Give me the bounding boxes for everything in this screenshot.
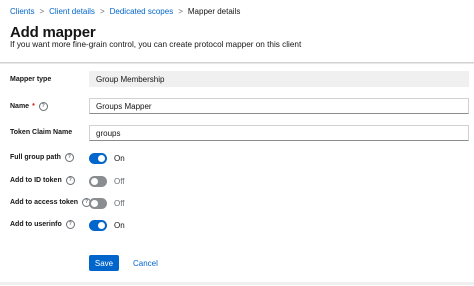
add-to-userinfo-label-text: Add to userinfo <box>10 221 62 228</box>
chevron-right-icon: > <box>39 7 45 16</box>
chevron-right-icon: > <box>178 7 183 16</box>
name-label: Name * ? <box>10 102 48 111</box>
add-to-id-token-label-text: Add to ID token <box>10 177 62 184</box>
name-label-text: Name <box>10 103 30 110</box>
full-group-path-label: Full group path ? <box>10 153 74 162</box>
question-circle-icon[interactable]: ? <box>65 220 75 229</box>
add-to-access-token-label-text: Add to access token <box>10 199 79 206</box>
token-claim-name-input[interactable] <box>89 125 469 141</box>
full-group-path-label-text: Full group path <box>10 154 61 161</box>
breadcrumb-clients[interactable]: Clients <box>10 7 34 16</box>
cancel-button[interactable]: Cancel <box>128 255 163 271</box>
full-group-path-state: On <box>114 154 125 163</box>
add-to-access-token-state: Off <box>114 199 125 208</box>
breadcrumb-client-details[interactable]: Client details <box>49 7 95 16</box>
save-button[interactable]: Save <box>89 255 119 271</box>
question-circle-icon[interactable]: ? <box>38 102 48 111</box>
question-circle-icon[interactable]: ? <box>64 153 74 162</box>
toggle-knob <box>91 178 98 185</box>
add-to-id-token-toggle[interactable] <box>89 176 107 187</box>
page-header: Clients > Client details > Dedicated sco… <box>0 0 474 62</box>
mapper-type-label-text: Mapper type <box>10 76 52 83</box>
token-claim-name-label: Token Claim Name <box>10 129 72 136</box>
add-to-access-token-toggle[interactable] <box>89 198 107 209</box>
mapper-type-label: Mapper type <box>10 76 51 83</box>
add-to-userinfo-label: Add to userinfo ? <box>10 220 75 229</box>
mapper-form: Mapper type Group Membership Name * ? To… <box>0 63 474 286</box>
add-to-userinfo-state: On <box>114 221 125 230</box>
breadcrumb: Clients > Client details > Dedicated sco… <box>10 7 240 16</box>
page-subtitle: If you want more fine-grain control, you… <box>10 40 302 49</box>
mapper-type-field: Group Membership <box>89 71 469 87</box>
name-input[interactable] <box>89 98 469 114</box>
toggle-knob <box>98 222 105 229</box>
token-claim-name-label-text: Token Claim Name <box>10 129 73 136</box>
add-to-access-token-label: Add to access token ? <box>10 198 92 207</box>
required-marker: * <box>32 103 35 110</box>
question-circle-icon[interactable]: ? <box>65 176 75 185</box>
full-group-path-toggle[interactable] <box>89 153 107 164</box>
add-to-id-token-label: Add to ID token ? <box>10 176 75 185</box>
main-area: Mapper type Group Membership Name * ? To… <box>0 63 474 286</box>
add-to-userinfo-toggle[interactable] <box>89 220 107 231</box>
chevron-right-icon: > <box>99 7 105 16</box>
breadcrumb-dedicated-scopes[interactable]: Dedicated scopes <box>110 7 174 16</box>
page-title: Add mapper <box>10 24 96 41</box>
toggle-knob <box>91 200 98 207</box>
breadcrumb-mapper-details: Mapper details <box>187 7 241 16</box>
toggle-knob <box>98 155 105 162</box>
add-to-id-token-state: Off <box>114 177 125 186</box>
